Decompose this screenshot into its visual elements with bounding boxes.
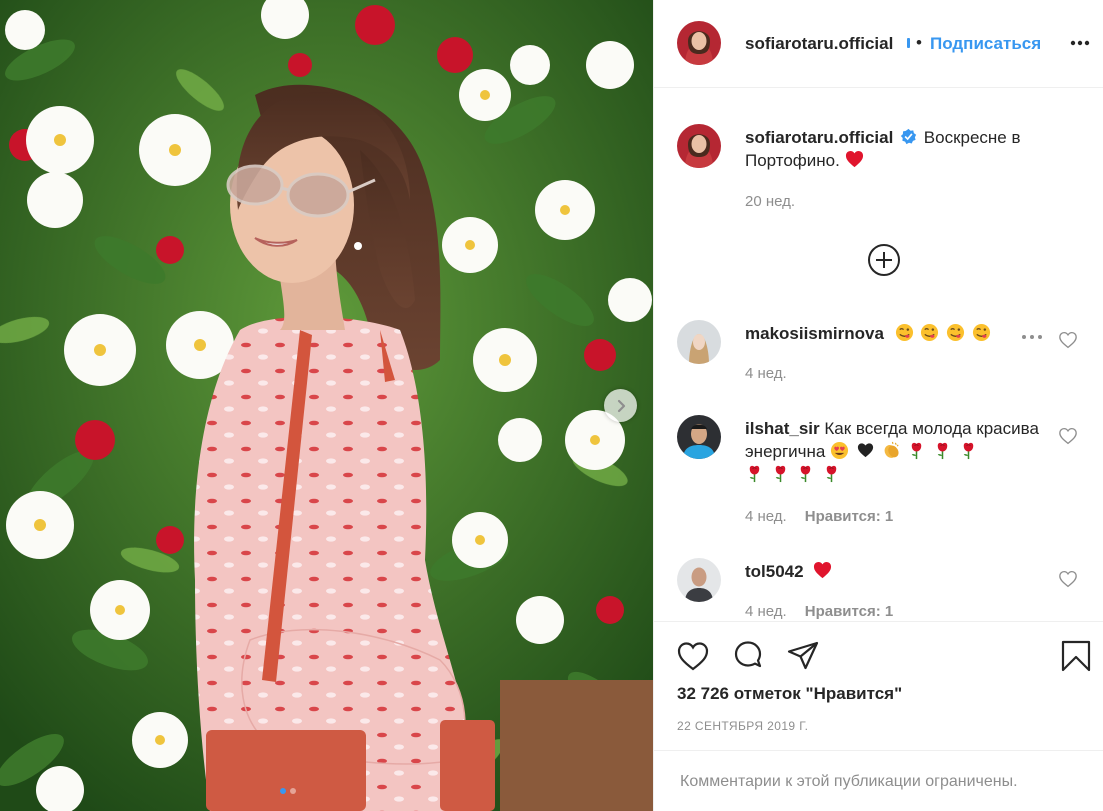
clapping-hands-icon — [884, 441, 899, 458]
comment-timestamp[interactable]: 4 нед. — [745, 508, 787, 525]
carousel-indicator — [280, 788, 296, 794]
comment-avatar[interactable] — [677, 558, 721, 602]
comments-restricted-text: Комментарии к этой публикации ограничены… — [680, 773, 1018, 790]
face-savoring-icon — [921, 323, 939, 342]
paper-plane-icon[interactable] — [786, 639, 820, 673]
post-photo[interactable] — [0, 0, 653, 811]
author-username[interactable]: sofiarotaru.official — [745, 34, 893, 54]
red-rose-icon — [963, 442, 974, 460]
red-rose-icon — [749, 465, 760, 483]
comment-meta: 4 нед. Нравится: 1 — [745, 603, 893, 620]
comment-emojis — [813, 561, 834, 581]
carousel-next-button[interactable] — [604, 389, 637, 422]
comment-username[interactable]: makosiismirnova — [745, 324, 884, 343]
comment-timestamp[interactable]: 4 нед. — [745, 603, 787, 620]
likes-count[interactable]: 32 726 отметок "Нравится" — [677, 684, 902, 704]
comment-bubble-icon[interactable] — [731, 639, 765, 673]
comment-item: ilshat_sir Как всегда молода красива эне… — [745, 417, 1075, 486]
red-rose-icon — [912, 442, 922, 460]
carousel-dot-active — [280, 788, 286, 794]
face-savoring-icon — [972, 323, 990, 342]
comment-emojis — [895, 323, 993, 343]
post-details-panel: sofiarotaru.official • Подписаться sofia… — [653, 0, 1103, 811]
comment-username[interactable]: ilshat_sir — [745, 419, 820, 438]
post-actions-bar: 32 726 отметок "Нравится" 22 СЕНТЯБРЯ 20… — [654, 621, 1103, 811]
comment-meta: 4 нед. — [745, 365, 787, 382]
follow-button[interactable]: Подписаться — [930, 34, 1041, 54]
red-rose-icon — [826, 465, 837, 483]
verified-badge-icon — [907, 38, 910, 48]
red-heart-icon — [845, 150, 863, 168]
carousel-dot — [290, 788, 296, 794]
header-separator: • — [916, 33, 922, 52]
face-savoring-icon — [947, 323, 965, 342]
face-savoring-icon — [895, 323, 913, 342]
caption-username[interactable]: sofiarotaru.official — [745, 128, 893, 147]
post-date[interactable]: 22 СЕНТЯБРЯ 2019 Г. — [677, 719, 808, 733]
caption: sofiarotaru.official Воскресне в Портофи… — [745, 126, 1075, 172]
comment-avatar[interactable] — [677, 415, 721, 459]
heart-eyes-icon — [831, 441, 849, 460]
red-rose-icon — [937, 442, 948, 460]
comment-username[interactable]: tol5042 — [745, 562, 804, 581]
comments-list[interactable]: sofiarotaru.official Воскресне в Портофи… — [654, 89, 1103, 620]
chevron-right-icon — [617, 399, 625, 412]
more-options-icon[interactable] — [1069, 33, 1091, 53]
comment-meta: 4 нед. Нравится: 1 — [745, 508, 893, 525]
red-heart-icon — [814, 561, 832, 579]
comment-likes-count[interactable]: Нравится: 1 — [805, 603, 894, 620]
comment-timestamp[interactable]: 4 нед. — [745, 365, 787, 382]
red-rose-icon — [801, 465, 811, 483]
caption-author-avatar[interactable] — [677, 124, 721, 168]
comment-like-heart-icon[interactable] — [1058, 331, 1078, 349]
post-header: sofiarotaru.official • Подписаться — [654, 0, 1103, 88]
comment-like-heart-icon[interactable] — [1058, 427, 1078, 445]
plus-circle-icon[interactable] — [867, 243, 901, 277]
comment-avatar[interactable] — [677, 320, 721, 364]
comment-likes-count[interactable]: Нравится: 1 — [805, 508, 894, 525]
comment-item: tol5042 — [745, 560, 1075, 583]
caption-timestamp[interactable]: 20 нед. — [745, 193, 795, 210]
bookmark-icon[interactable] — [1059, 639, 1093, 673]
red-rose-icon — [775, 465, 785, 483]
comment-like-heart-icon[interactable] — [1058, 570, 1078, 588]
comment-options-icon[interactable] — [1021, 332, 1043, 342]
black-heart-icon — [857, 443, 873, 458]
heart-outline-icon[interactable] — [676, 639, 710, 673]
comments-restricted-bar: Комментарии к этой публикации ограничены… — [654, 750, 1103, 811]
author-avatar[interactable] — [677, 21, 721, 65]
verified-badge-icon — [900, 128, 917, 145]
photo-image — [0, 0, 653, 811]
